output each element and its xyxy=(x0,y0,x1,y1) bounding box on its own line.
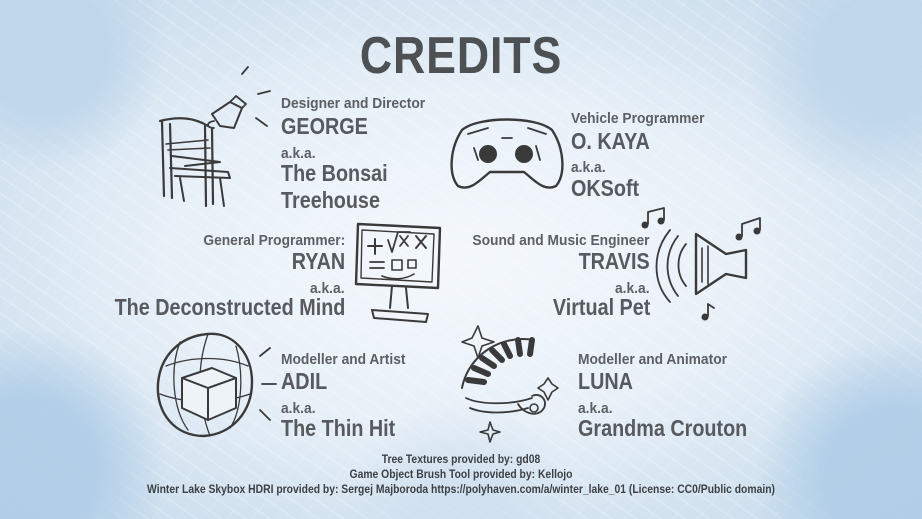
credit-name: O. KAYA xyxy=(571,128,650,154)
sparkle-fan-skeleton-icon xyxy=(461,325,559,443)
credit-aka: a.k.a. xyxy=(571,159,606,176)
speaker-music-notes-icon xyxy=(641,207,761,321)
credit-name: RYAN xyxy=(291,248,345,274)
credit-name: LUNA xyxy=(578,368,633,394)
footer-credit-line: Winter Lake Skybox HDRI provided by: Ser… xyxy=(147,484,775,496)
credit-role: General Programmer: xyxy=(203,232,345,249)
credit-aka: a.k.a. xyxy=(281,400,316,417)
credit-alias: Virtual Pet xyxy=(552,294,650,320)
credit-name: ADIL xyxy=(281,368,328,394)
computer-monitor-math-icon xyxy=(354,222,442,323)
director-chair-megaphone-icon xyxy=(158,66,271,208)
credit-alias: Grandma Crouton xyxy=(578,415,748,441)
credit-aka: a.k.a. xyxy=(578,400,613,417)
credit-role: Sound and Music Engineer xyxy=(472,232,650,249)
credit-alias: The Thin Hit xyxy=(281,415,396,441)
credit-name: TRAVIS xyxy=(578,248,650,274)
footer-credit-line: Game Object Brush Tool provided by: Kell… xyxy=(349,469,573,481)
credit-alias: The Deconstructed Mind xyxy=(114,294,345,320)
credit-name: GEORGE xyxy=(281,113,368,139)
3d-sphere-cube-icon xyxy=(156,332,277,438)
credit-role: Designer and Director xyxy=(281,95,426,112)
credit-aka: a.k.a. xyxy=(281,145,316,162)
credit-alias: OKSoft xyxy=(571,175,640,201)
footer-credit-line: Tree Textures provided by: gd08 xyxy=(381,454,541,466)
game-controller-icon xyxy=(450,118,564,189)
credit-alias: Treehouse xyxy=(281,187,380,213)
credit-role: Modeller and Animator xyxy=(578,351,728,368)
credit-role: Vehicle Programmer xyxy=(571,110,705,127)
credit-role: Modeller and Artist xyxy=(281,351,406,368)
credit-alias: The Bonsai xyxy=(281,160,388,186)
